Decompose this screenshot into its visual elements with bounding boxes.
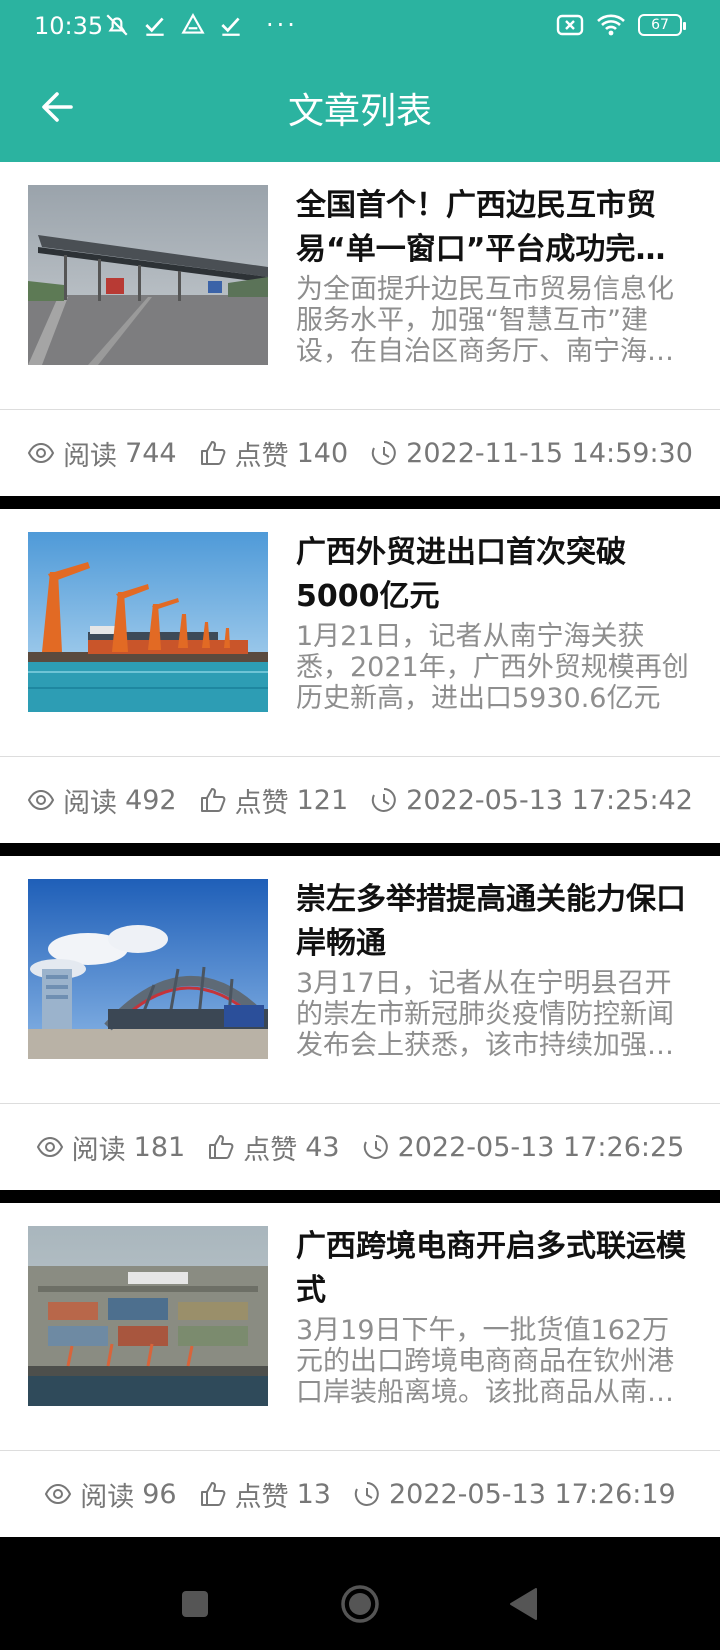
page-title: 文章列表 — [287, 91, 432, 132]
article-title: 广西跨境电商开启多式联运模式 — [296, 1229, 686, 1308]
likes-label: 点赞 — [234, 1481, 289, 1513]
likes-value: 121 — [296, 784, 349, 816]
article-card[interactable]: 广西跨境电商开启多式联运模式 3月19日下午，一批货值162万元的出口跨境电商商… — [0, 1203, 720, 1537]
no-sim-icon — [556, 14, 584, 36]
article-summary: 3月19日下午，一批货值162万元的出口跨境电商商品在钦州港口岸装船离境。该批商… — [296, 1315, 674, 1408]
time-value: 2022-05-13 17:25:42 — [406, 784, 693, 816]
wifi-icon — [597, 14, 625, 36]
reads-value: 96 — [142, 1478, 177, 1510]
port-cranes-photo — [28, 532, 268, 712]
article-meta: 阅读 181 点赞 43 2022-05-13 17:26:25 — [0, 1104, 720, 1190]
article-summary: 为全面提升边民互市贸易信息化服务水平，加强“智慧互市”建设，在自治区商务厅、南宁… — [296, 274, 674, 367]
thumbs-up-icon — [209, 1135, 234, 1159]
thumbs-up-icon — [200, 788, 225, 812]
status-right-icons: 67 — [556, 13, 686, 37]
likes-count[interactable]: 点赞 43 — [207, 1128, 340, 1167]
time-value: 2022-11-15 14:59:30 — [406, 437, 693, 469]
article-title: 广西外贸进出口首次突破5000亿元 — [296, 535, 626, 614]
article-title: 全国首个！广西边民互市贸易“单一窗口”平台成功完成上线 — [296, 188, 666, 267]
publish-time: 2022-05-13 17:25:42 — [370, 785, 693, 816]
article-card[interactable]: 崇左多举措提高通关能力保口岸畅通 3月17日，记者从在宁明县召开的崇左市新冠肺炎… — [0, 856, 720, 1190]
container-port-photo — [28, 1226, 268, 1406]
likes-label: 点赞 — [234, 440, 289, 472]
reads-label: 阅读 — [71, 1134, 126, 1166]
article-thumbnail — [28, 532, 268, 712]
article-meta: 阅读 492 点赞 121 2022-05-13 17:25:42 — [0, 757, 720, 843]
reads-count: 阅读 96 — [44, 1475, 177, 1514]
reads-value: 492 — [125, 784, 177, 816]
check-icon — [221, 17, 240, 36]
battery-icon: 67 — [638, 14, 686, 36]
border-port-photo — [28, 879, 268, 1059]
article-content[interactable]: 全国首个！广西边民互市贸易“单一窗口”平台成功完成上线 为全面提升边民互市贸易信… — [0, 162, 720, 409]
likes-count[interactable]: 点赞 121 — [199, 781, 349, 820]
time-value: 2022-05-13 17:26:19 — [388, 1478, 676, 1510]
likes-value: 43 — [305, 1131, 340, 1163]
more-notifications-icon: ··· — [266, 11, 298, 39]
article-meta: 阅读 744 点赞 140 2022-11-15 14:59:30 — [0, 410, 720, 496]
app-bar: 文章列表 — [0, 54, 720, 162]
article-summary: 1月21日，记者从南宁海关获悉，2021年，广西外贸规模再创历史新高，进出口59… — [296, 621, 689, 714]
article-card[interactable]: 广西外贸进出口首次突破5000亿元 1月21日，记者从南宁海关获悉，2021年，… — [0, 509, 720, 843]
eye-icon — [36, 1136, 63, 1158]
toll-gate-photo — [28, 185, 268, 365]
thumbs-up-icon — [200, 1482, 225, 1506]
thumbs-up-icon — [200, 441, 225, 465]
bell-off-icon — [106, 14, 128, 36]
check-icon — [145, 17, 164, 36]
reads-count: 阅读 181 — [36, 1128, 186, 1167]
reads-label: 阅读 — [63, 440, 118, 472]
circle-icon — [341, 1585, 379, 1623]
reads-count: 阅读 744 — [27, 434, 177, 473]
drive-icon — [181, 13, 205, 34]
article-thumbnail — [28, 879, 268, 1059]
triangle-back-icon — [510, 1588, 537, 1620]
reads-label: 阅读 — [63, 787, 118, 819]
back-nav-button[interactable] — [495, 1576, 551, 1632]
square-icon — [182, 1591, 208, 1617]
article-content[interactable]: 广西跨境电商开启多式联运模式 3月19日下午，一批货值162万元的出口跨境电商商… — [0, 1203, 720, 1450]
clock-icon — [371, 441, 396, 465]
publish-time: 2022-05-13 17:26:19 — [353, 1479, 676, 1510]
likes-count[interactable]: 点赞 13 — [199, 1475, 331, 1514]
likes-value: 13 — [296, 1478, 331, 1510]
likes-count[interactable]: 点赞 140 — [199, 434, 349, 473]
battery-level: 67 — [651, 17, 669, 33]
publish-time: 2022-11-15 14:59:30 — [370, 438, 693, 469]
article-thumbnail — [28, 1226, 268, 1406]
system-nav-bar — [0, 1556, 720, 1650]
article-content[interactable]: 广西外贸进出口首次突破5000亿元 1月21日，记者从南宁海关获悉，2021年，… — [0, 509, 720, 756]
eye-icon — [27, 789, 55, 811]
clock-icon — [371, 788, 396, 812]
publish-time: 2022-05-13 17:26:25 — [362, 1131, 685, 1163]
likes-value: 140 — [296, 437, 349, 469]
status-bar: 10:35 ··· 67 — [0, 0, 720, 54]
article-content[interactable]: 崇左多举措提高通关能力保口岸畅通 3月17日，记者从在宁明县召开的崇左市新冠肺炎… — [0, 856, 720, 1103]
clock-icon — [363, 1135, 388, 1159]
reads-label: 阅读 — [80, 1481, 135, 1513]
time-value: 2022-05-13 17:26:25 — [397, 1131, 685, 1163]
home-button[interactable] — [332, 1576, 388, 1632]
reads-value: 744 — [125, 437, 177, 469]
article-card[interactable]: 全国首个！广西边民互市贸易“单一窗口”平台成功完成上线 为全面提升边民互市贸易信… — [0, 162, 720, 496]
recents-button[interactable] — [167, 1576, 223, 1632]
status-left-icons: ··· — [104, 12, 298, 38]
reads-count: 阅读 492 — [27, 781, 177, 820]
article-title: 崇左多举措提高通关能力保口岸畅通 — [296, 882, 686, 961]
likes-label: 点赞 — [243, 1134, 298, 1166]
article-list: 全国首个！广西边民互市贸易“单一窗口”平台成功完成上线 为全面提升边民互市贸易信… — [0, 162, 720, 1550]
article-summary: 3月17日，记者从在宁明县召开的崇左市新冠肺炎疫情防控新闻发布会上获悉，该市持续… — [296, 968, 674, 1061]
eye-icon — [45, 1483, 72, 1505]
article-meta: 阅读 96 点赞 13 2022-05-13 17:26:19 — [0, 1451, 720, 1537]
likes-label: 点赞 — [234, 787, 289, 819]
article-thumbnail — [28, 185, 268, 365]
reads-value: 181 — [133, 1131, 186, 1163]
clock-icon — [354, 1482, 379, 1506]
eye-icon — [27, 442, 55, 464]
status-time: 10:35 — [34, 12, 104, 40]
